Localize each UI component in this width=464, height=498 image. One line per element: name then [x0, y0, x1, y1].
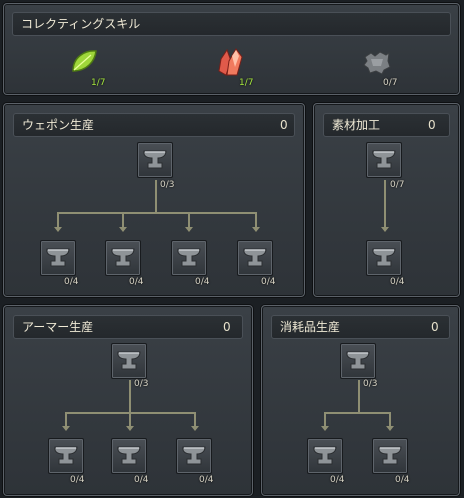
armor-child-slot-3[interactable]	[176, 438, 212, 474]
collecting-skill-title: コレクティングスキル	[21, 17, 141, 31]
weapon-branch-arrow	[252, 227, 260, 232]
armor-child-level-3: 0/4	[199, 475, 214, 485]
weapon-branch-drop	[255, 212, 257, 228]
weapon-branch-arrow	[54, 227, 62, 232]
armor-root-slot[interactable]	[111, 343, 147, 379]
anvil-icon	[143, 150, 167, 169]
anvil-icon	[117, 351, 141, 370]
consumable-production-title: 消耗品生産	[280, 320, 341, 334]
pelt-skill-level: 0/7	[383, 78, 398, 88]
consumable-branch-drop	[324, 412, 326, 427]
consumable-branch-drop	[389, 412, 391, 427]
weapon-child-level-4: 0/4	[261, 277, 276, 287]
armor-branch-drop	[129, 412, 131, 427]
material-processing-count: 0	[428, 118, 436, 132]
consumable-root-slot[interactable]	[340, 343, 376, 379]
weapon-branch-arrow	[119, 227, 127, 232]
consumable-production-panel: 消耗品生産 0 0/3 0/4 0/4	[261, 305, 460, 496]
weapon-child-slot-3[interactable]	[171, 240, 207, 276]
weapon-child-slot-4[interactable]	[237, 240, 273, 276]
weapon-production-title: ウェポン生産	[22, 118, 95, 132]
consumable-branch-arrow	[386, 426, 394, 431]
armor-tree-trunk	[129, 380, 131, 413]
weapon-child-slot-2[interactable]	[105, 240, 141, 276]
armor-production-count: 0	[223, 320, 231, 334]
consumable-tree-branch	[324, 412, 391, 414]
material-processing-panel: 素材加工 0 0/7 0/4	[313, 103, 460, 297]
weapon-branch-drop	[57, 212, 59, 228]
armor-branch-arrow	[62, 426, 70, 431]
armor-child-slot-2[interactable]	[111, 438, 147, 474]
anvil-icon	[346, 351, 370, 370]
ore-skill-slot[interactable]	[212, 43, 248, 79]
weapon-branch-drop	[122, 212, 124, 228]
weapon-root-level: 0/3	[160, 180, 175, 190]
material-root-level: 0/7	[390, 180, 405, 190]
herb-leaf-icon	[72, 50, 97, 72]
armor-production-title: アーマー生産	[22, 320, 94, 334]
collecting-skill-panel: コレクティングスキル 1/7 1/7 0/7	[3, 3, 460, 95]
weapon-tree-branch	[57, 212, 257, 214]
weapon-root-slot[interactable]	[137, 142, 173, 178]
material-tree-arrow	[381, 227, 389, 232]
weapon-production-header: ウェポン生産 0	[13, 113, 295, 137]
weapon-child-level-1: 0/4	[64, 277, 79, 287]
ore-skill-level: 1/7	[239, 78, 254, 88]
anvil-icon	[313, 446, 337, 465]
weapon-branch-drop	[188, 212, 190, 228]
weapon-child-level-3: 0/4	[195, 277, 210, 287]
armor-production-header: アーマー生産 0	[13, 315, 243, 339]
consumable-production-header: 消耗品生産 0	[271, 315, 450, 339]
consumable-production-count: 0	[431, 320, 439, 334]
weapon-child-slot-1[interactable]	[40, 240, 76, 276]
material-processing-header: 素材加工 0	[323, 113, 450, 137]
material-root-slot[interactable]	[366, 142, 402, 178]
herb-skill-slot[interactable]	[66, 43, 102, 79]
consumable-tree-trunk	[358, 380, 360, 413]
weapon-child-level-2: 0/4	[129, 277, 144, 287]
consumable-branch-arrow	[321, 426, 329, 431]
weapon-branch-arrow	[185, 227, 193, 232]
anvil-icon	[46, 248, 70, 267]
consumable-child-level-2: 0/4	[395, 475, 410, 485]
weapon-production-count: 0	[280, 118, 288, 132]
collecting-skill-header: コレクティングスキル	[12, 12, 451, 36]
armor-branch-arrow	[126, 426, 134, 431]
armor-production-panel: アーマー生産 0 0/3 0/4 0/4 0/4	[3, 305, 253, 496]
anvil-icon	[117, 446, 141, 465]
anvil-icon	[54, 446, 78, 465]
anvil-icon	[243, 248, 267, 267]
hide-pelt-icon	[363, 51, 391, 75]
armor-child-level-1: 0/4	[70, 475, 85, 485]
material-child-slot[interactable]	[366, 240, 402, 276]
anvil-icon	[372, 150, 396, 169]
herb-skill-level: 1/7	[91, 78, 106, 88]
consumable-child-slot-2[interactable]	[372, 438, 408, 474]
armor-child-level-2: 0/4	[134, 475, 149, 485]
consumable-child-level-1: 0/4	[330, 475, 345, 485]
crystal-ore-icon	[218, 48, 243, 76]
material-tree-trunk	[384, 180, 386, 227]
material-child-level: 0/4	[390, 277, 405, 287]
anvil-icon	[182, 446, 206, 465]
consumable-root-level: 0/3	[363, 379, 378, 389]
armor-branch-drop	[65, 412, 67, 427]
weapon-tree-trunk	[155, 180, 157, 213]
armor-root-level: 0/3	[134, 379, 149, 389]
anvil-icon	[372, 248, 396, 267]
material-processing-title: 素材加工	[332, 118, 381, 132]
armor-branch-arrow	[191, 426, 199, 431]
pelt-skill-slot[interactable]	[359, 45, 395, 81]
armor-branch-drop	[194, 412, 196, 427]
weapon-production-panel: ウェポン生産 0 0/3 0/4 0/4 0/4 0/4	[3, 103, 305, 297]
consumable-child-slot-1[interactable]	[307, 438, 343, 474]
anvil-icon	[111, 248, 135, 267]
anvil-icon	[378, 446, 402, 465]
armor-child-slot-1[interactable]	[48, 438, 84, 474]
anvil-icon	[177, 248, 201, 267]
